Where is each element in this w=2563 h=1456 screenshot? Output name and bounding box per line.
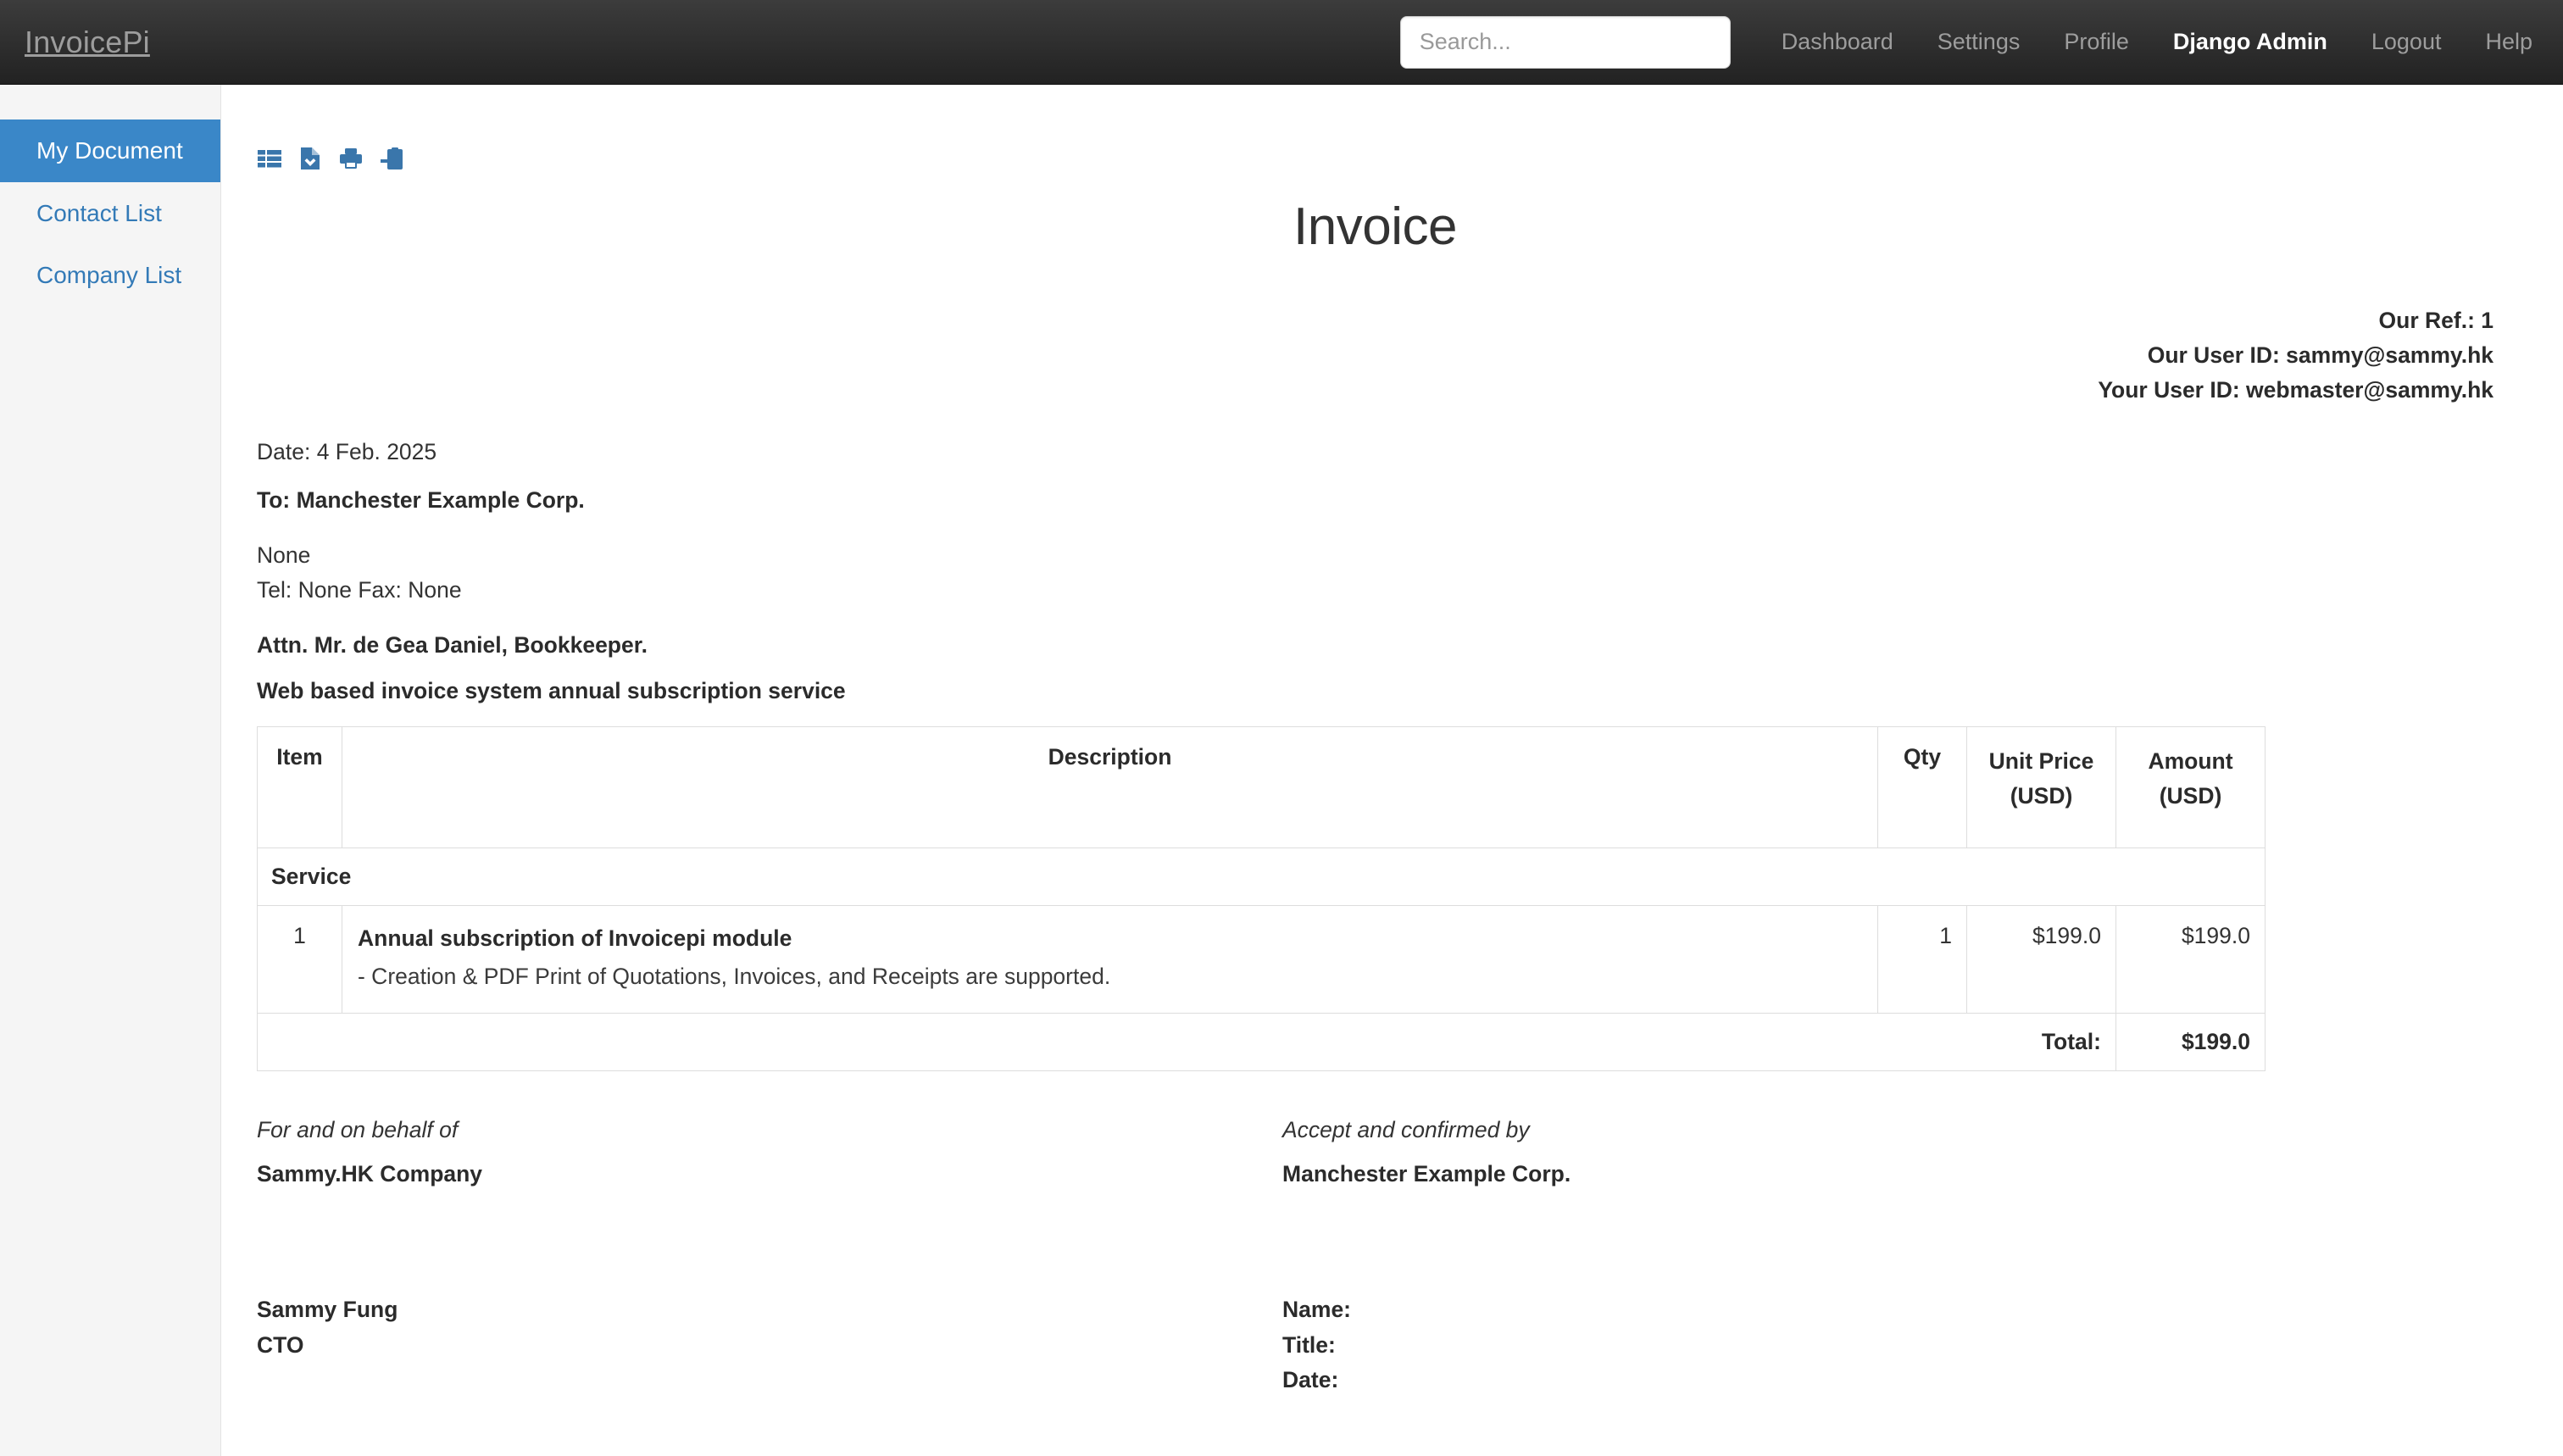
total-value: $199.0 [2115, 1012, 2266, 1071]
table-row: 1 Annual subscription of Invoicepi modul… [257, 904, 2266, 1014]
cell-description: Annual subscription of Invoicepi module … [342, 904, 1878, 1014]
column-header-item: Item [257, 725, 342, 848]
signature-details-row: Sammy Fung CTO Name: Title: Date: [257, 1292, 2494, 1399]
item-title: Annual subscription of Invoicepi module [358, 925, 792, 951]
cell-qty: 1 [1877, 904, 1967, 1014]
recipient-tel-fax: Tel: None Fax: None [257, 577, 462, 603]
your-user-id: Your User ID: webmaster@sammy.hk [2098, 377, 2494, 403]
nav-link-help[interactable]: Help [2463, 0, 2563, 85]
sidebar-item-contact-list[interactable]: Contact List [0, 182, 220, 245]
table-total-row: Total: $199.0 [257, 1012, 2266, 1071]
nav-link-logout[interactable]: Logout [2349, 0, 2464, 85]
sidebar: My Document Contact List Company List [0, 85, 221, 1456]
signatory-date-label: Date: [1282, 1367, 1339, 1393]
our-ref: Our Ref.: 1 [2378, 308, 2494, 334]
our-user-id: Our User ID: sammy@sammy.hk [2147, 342, 2494, 369]
nav-link-django-admin[interactable]: Django Admin [2151, 0, 2349, 85]
brand-logo[interactable]: InvoicePi [25, 26, 150, 58]
document-toolbar [257, 142, 2494, 175]
sidebar-item-my-document[interactable]: My Document [0, 119, 220, 182]
signatory-title: CTO [257, 1331, 304, 1358]
signatory-right: Name: Title: Date: [1282, 1292, 2308, 1399]
item-subtitle: - Creation & PDF Print of Quotations, In… [358, 963, 1111, 989]
column-header-amount-text: Amount [2148, 747, 2233, 774]
column-header-description: Description [342, 725, 1878, 848]
invoice-items-table: Item Description Qty Unit Price (USD) Am… [257, 725, 2266, 1071]
print-icon[interactable] [338, 146, 364, 171]
reference-block: Our Ref.: 1 Our User ID: sammy@sammy.hk … [257, 303, 2494, 408]
nav-link-dashboard[interactable]: Dashboard [1760, 0, 1915, 85]
total-label: Total: [257, 1012, 2116, 1071]
signatory-name: Sammy Fung [257, 1296, 398, 1322]
column-header-unit-price-text: Unit Price [1988, 747, 2094, 774]
table-body: Service 1 Annual subscription of Invoice… [257, 847, 2266, 1071]
file-download-icon[interactable] [297, 146, 323, 171]
attention-line: Attn. Mr. de Gea Daniel, Bookkeeper. [257, 631, 648, 658]
table-header-row: Item Description Qty Unit Price (USD) Am… [257, 725, 2266, 848]
main-content: Invoice Our Ref.: 1 Our User ID: sammy@s… [222, 85, 2563, 1456]
signature-right-block: Accept and confirmed by Manchester Examp… [1282, 1117, 2308, 1187]
signature-left-block: For and on behalf of Sammy.HK Company [257, 1117, 1282, 1187]
signature-right-intro: Accept and confirmed by [1282, 1116, 1530, 1142]
clipboard-arrow-icon[interactable] [379, 146, 404, 171]
navbar-links: Dashboard Settings Profile Django Admin … [1760, 0, 2563, 85]
column-header-unit-price-currency: (USD) [2010, 782, 2073, 809]
table-header: Item Description Qty Unit Price (USD) Am… [257, 725, 2266, 848]
nav-link-settings[interactable]: Settings [1915, 0, 2043, 85]
document-date: Date: 4 Feb. 2025 [257, 439, 437, 465]
column-header-amount: Amount (USD) [2115, 725, 2266, 848]
search-form [1399, 15, 1731, 69]
cell-unit-price: $199.0 [1966, 904, 2116, 1014]
subject-line: Web based invoice system annual subscrip… [257, 677, 846, 703]
column-header-amount-currency: (USD) [2159, 782, 2222, 809]
search-input[interactable] [1399, 15, 1731, 69]
recipient-address-block: None Tel: None Fax: None [257, 538, 2494, 608]
navbar-right-group: Dashboard Settings Profile Django Admin … [1399, 0, 2563, 85]
cell-amount: $199.0 [2115, 904, 2266, 1014]
group-label: Service [257, 847, 2266, 906]
recipient-address: None [257, 542, 311, 569]
signature-intro-row: For and on behalf of Sammy.HK Company Ac… [257, 1117, 2494, 1187]
recipient-company: To: Manchester Example Corp. [257, 487, 585, 514]
list-icon[interactable] [257, 146, 282, 171]
signature-right-company: Manchester Example Corp. [1282, 1160, 1571, 1186]
page-title: Invoice [1293, 197, 1457, 256]
signatory-name-label: Name: [1282, 1296, 1352, 1322]
signatory-left: Sammy Fung CTO [257, 1292, 1282, 1399]
signature-left-company: Sammy.HK Company [257, 1160, 483, 1186]
table-group-row: Service [257, 847, 2266, 906]
cell-item-number: 1 [257, 904, 342, 1014]
sidebar-item-company-list[interactable]: Company List [0, 244, 220, 307]
signatory-title-label: Title: [1282, 1331, 1336, 1358]
top-navbar: InvoicePi Dashboard Settings Profile Dja… [0, 0, 2563, 85]
signature-left-intro: For and on behalf of [257, 1116, 459, 1142]
nav-link-profile[interactable]: Profile [2042, 0, 2151, 85]
column-header-qty: Qty [1877, 725, 1967, 848]
column-header-unit-price: Unit Price (USD) [1966, 725, 2116, 848]
